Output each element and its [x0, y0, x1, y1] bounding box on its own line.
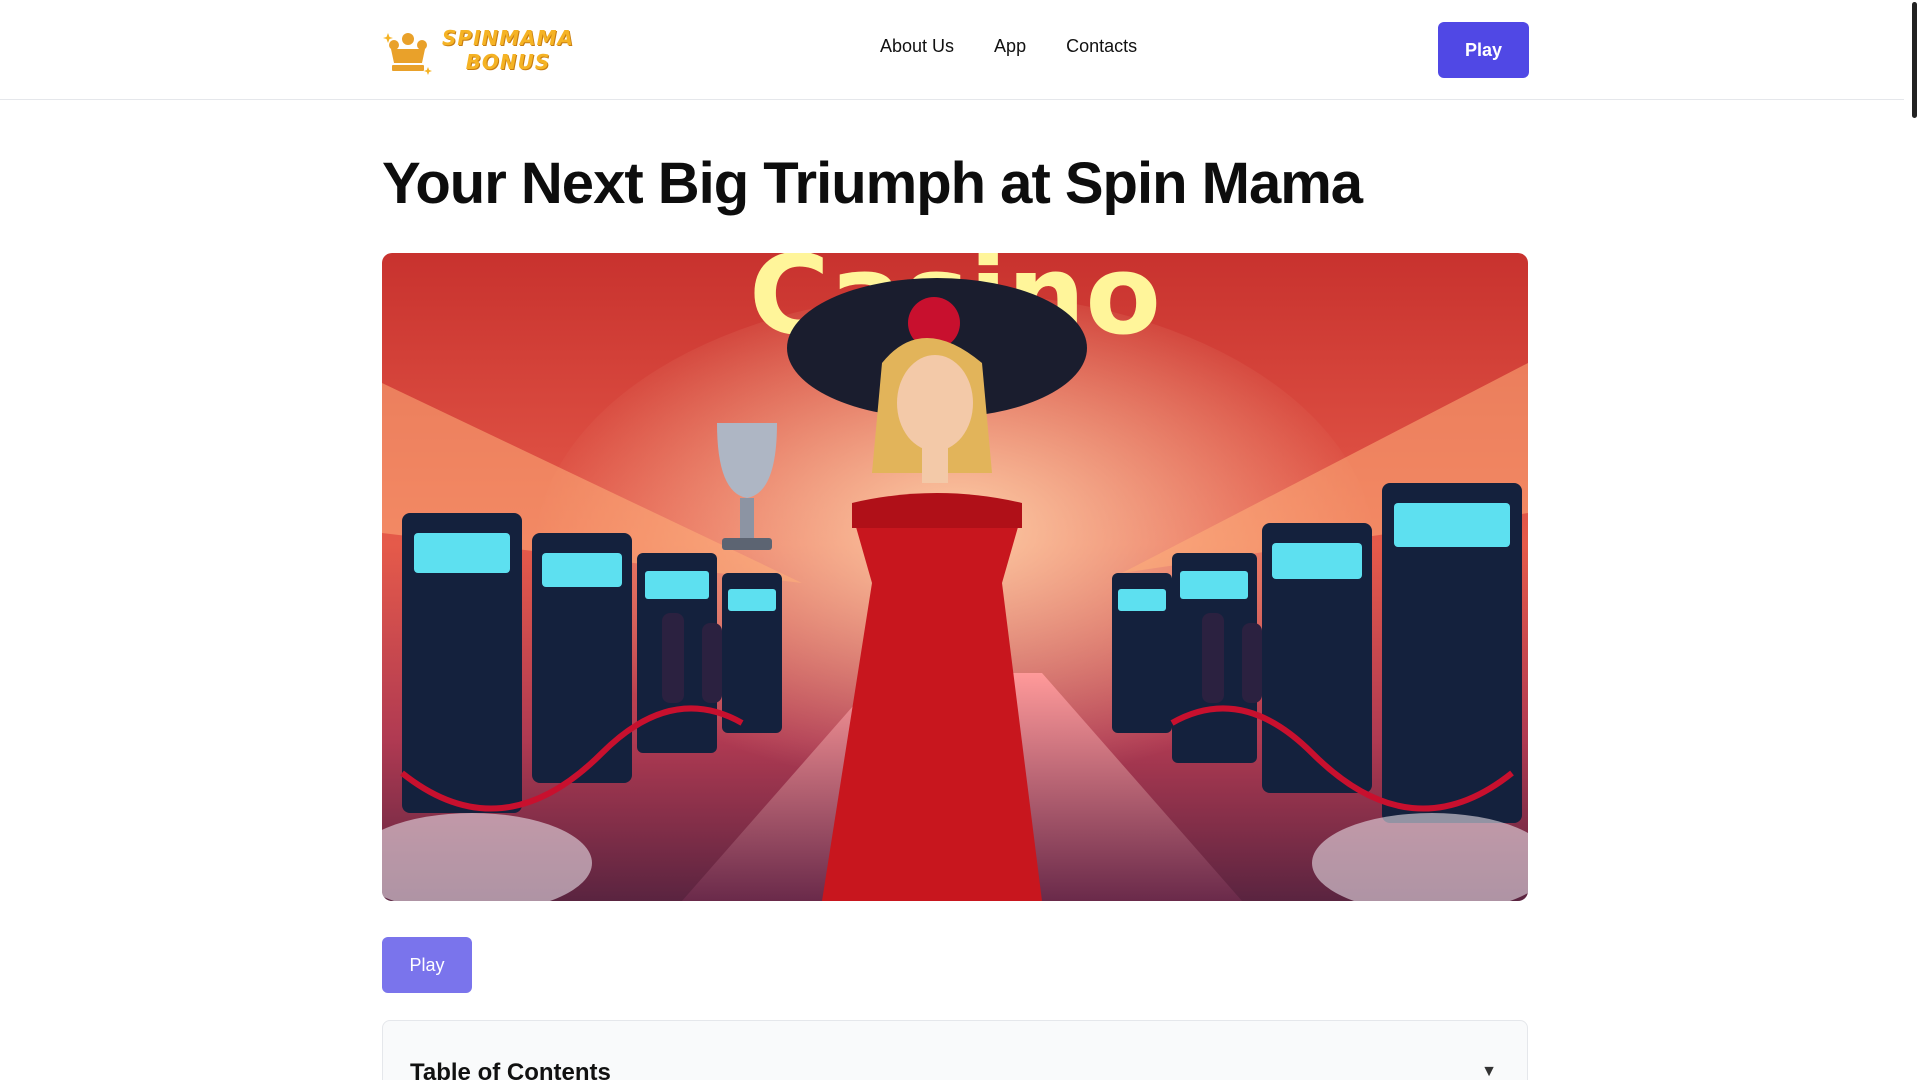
logo-wordmark: SPINMAMA BONUS — [442, 26, 575, 74]
nav-about-us[interactable]: About Us — [880, 36, 954, 57]
toc-title: Table of Contents — [410, 1059, 611, 1080]
main-nav: About Us App Contacts — [880, 36, 1137, 57]
site-header: SPINMAMA BONUS About Us App Contacts Pla… — [0, 0, 1920, 100]
casino-illustration: Casino — [382, 253, 1528, 901]
content-play-button[interactable]: Play — [382, 937, 472, 993]
header-play-button[interactable]: Play — [1438, 22, 1529, 78]
chevron-down-icon[interactable]: ▼ — [1481, 1063, 1497, 1080]
nav-contacts[interactable]: Contacts — [1066, 36, 1137, 57]
scrollbar-thumb[interactable] — [1912, 2, 1917, 118]
crown-icon — [383, 33, 432, 75]
table-of-contents[interactable]: Table of Contents ▼ — [382, 1020, 1528, 1080]
page-scrollbar[interactable] — [1904, 0, 1920, 1080]
nav-app[interactable]: App — [994, 36, 1026, 57]
hero-image: Casino — [382, 253, 1528, 901]
page-title: Your Next Big Triumph at Spin Mama — [382, 151, 1363, 216]
site-logo[interactable]: SPINMAMA BONUS — [382, 22, 582, 78]
